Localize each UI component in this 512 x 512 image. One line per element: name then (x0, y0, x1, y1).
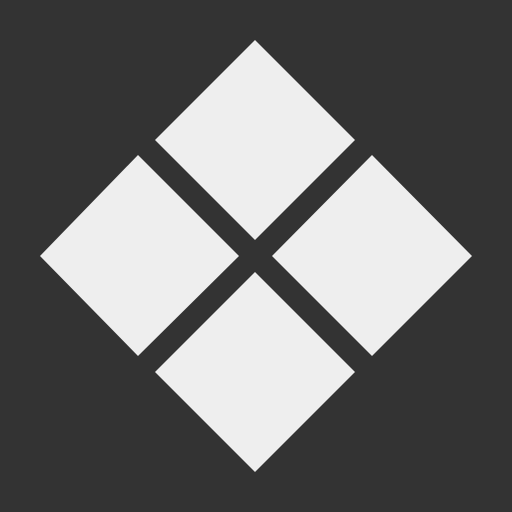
app-icon-canvas (0, 0, 512, 512)
four-diamond-tiles-icon (40, 40, 472, 472)
